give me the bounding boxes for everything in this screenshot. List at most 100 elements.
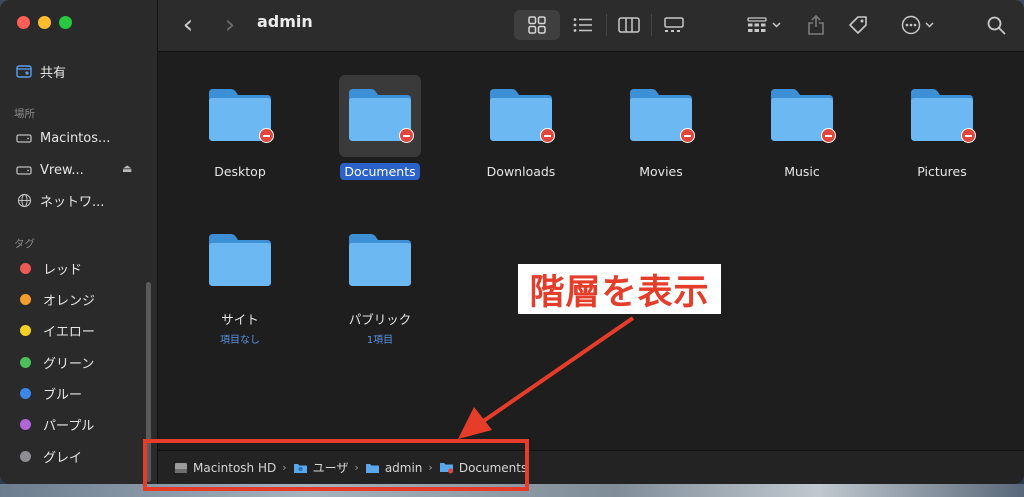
eject-icon[interactable]: ⏏ — [122, 162, 132, 175]
no-access-badge-icon — [821, 128, 836, 143]
folder-item-count: 項目なし — [220, 335, 260, 346]
chevron-down-icon — [772, 22, 781, 28]
folder-name: Desktop — [214, 164, 266, 179]
tag-color-dot — [20, 387, 31, 399]
folder-icon — [199, 220, 281, 302]
back-button[interactable]: ‹ — [178, 10, 198, 40]
forward-button[interactable]: › — [220, 10, 240, 40]
hard-drive-icon — [16, 130, 32, 146]
folder-item[interactable]: Documents — [320, 75, 440, 180]
group-by-button[interactable] — [742, 10, 786, 40]
group-icon — [747, 17, 767, 32]
folder-item[interactable]: Downloads — [461, 75, 581, 180]
folder-name: Downloads — [486, 164, 556, 179]
folder-item[interactable]: Pictures — [882, 75, 1002, 180]
no-access-badge-icon — [259, 128, 274, 143]
folder-icon — [901, 75, 983, 157]
sidebar-item-shared[interactable]: 共有 — [16, 60, 66, 82]
tag-color-dot — [20, 293, 31, 305]
network-globe-icon — [16, 192, 32, 208]
search-button[interactable] — [984, 10, 1008, 40]
sidebar-item-label: レッド — [43, 262, 83, 278]
locations-header: 場所 — [14, 108, 35, 120]
folder-item[interactable]: Music — [742, 75, 862, 180]
no-access-badge-icon — [399, 128, 414, 143]
folder-name: Documents — [340, 163, 420, 180]
folder-icon — [480, 75, 562, 157]
grid-view-icon — [528, 16, 546, 34]
tags-button[interactable] — [846, 10, 870, 40]
no-access-badge-icon — [961, 128, 976, 143]
list-view-button[interactable] — [568, 10, 598, 40]
window-controls — [17, 16, 72, 29]
folder-icon — [339, 75, 421, 157]
file-grid: Desktop Documents Downloads Movies Music Pict… — [158, 53, 1024, 450]
chevron-down-icon — [924, 22, 934, 28]
share-icon — [808, 14, 824, 35]
folder-item[interactable]: Desktop — [180, 75, 300, 180]
sidebar-tag-orange[interactable]: オレンジ — [16, 288, 95, 310]
sidebar-item-label: パープル — [43, 418, 95, 434]
sidebar-tag-yellow[interactable]: イエロー — [16, 319, 95, 341]
sidebar-item-label: イエロー — [43, 324, 95, 340]
sidebar-tag-red[interactable]: レッド — [16, 257, 82, 279]
hard-drive-icon — [16, 162, 32, 178]
no-access-badge-icon — [680, 128, 695, 143]
share-button[interactable] — [804, 10, 828, 40]
search-icon — [987, 16, 1005, 34]
sidebar-item-label: ネットワ... — [40, 194, 105, 210]
annotation-highlight-box — [143, 439, 529, 491]
ellipsis-circle-icon — [901, 15, 920, 35]
zoom-window-button[interactable] — [59, 16, 72, 29]
folder-icon — [339, 220, 421, 302]
icon-view-button[interactable] — [514, 10, 560, 40]
list-view-icon — [573, 18, 592, 32]
folder-icon — [199, 75, 281, 157]
sidebar: 共有 場所 Macintos... Vrew... ⏏ ネットワ... タグ レ… — [0, 0, 158, 484]
gallery-view-icon — [664, 17, 684, 32]
folder-name: Pictures — [917, 164, 967, 179]
tag-color-dot — [20, 262, 31, 274]
folder-item[interactable]: パブリック 1項目 — [320, 220, 440, 346]
gallery-view-button[interactable] — [659, 10, 689, 40]
toolbar: ‹ › admin — [158, 0, 1024, 52]
tags-header: タグ — [14, 238, 35, 250]
folder-name: Movies — [639, 164, 683, 179]
sidebar-tag-blue[interactable]: ブルー — [16, 382, 82, 404]
sidebar-item-label: ブルー — [43, 387, 83, 403]
action-menu-button[interactable] — [896, 10, 938, 40]
tag-color-dot — [20, 356, 31, 368]
sidebar-tag-green[interactable]: グリーン — [16, 351, 94, 373]
tag-color-dot — [20, 450, 31, 462]
folder-name: サイト — [221, 312, 259, 327]
column-view-icon — [618, 17, 640, 33]
no-access-badge-icon — [540, 128, 555, 143]
folder-item[interactable]: サイト 項目なし — [180, 220, 300, 346]
tag-color-dot — [20, 418, 31, 430]
shared-folder-icon — [16, 63, 32, 79]
folder-item-count: 1項目 — [366, 335, 394, 346]
tag-color-dot — [20, 324, 31, 336]
sidebar-item-label: グリーン — [43, 356, 95, 372]
sidebar-tag-purple[interactable]: パープル — [16, 413, 94, 435]
sidebar-item-network[interactable]: ネットワ... — [16, 189, 104, 211]
sidebar-item-macintosh-hd[interactable]: Macintos... — [16, 127, 110, 149]
folder-item[interactable]: Movies — [601, 75, 721, 180]
sidebar-item-vrew[interactable]: Vrew... — [16, 159, 84, 181]
sidebar-item-label: Macintos... — [40, 130, 111, 146]
sidebar-tag-gray[interactable]: グレイ — [16, 445, 82, 467]
sidebar-item-label: 共有 — [40, 65, 67, 81]
folder-icon — [761, 75, 843, 157]
close-window-button[interactable] — [17, 16, 30, 29]
column-view-button[interactable] — [614, 10, 644, 40]
folder-name: パブリック — [348, 312, 412, 327]
finder-window: 共有 場所 Macintos... Vrew... ⏏ ネットワ... タグ レ… — [0, 0, 1024, 484]
folder-name: Music — [784, 164, 820, 179]
sidebar-item-label: Vrew... — [40, 162, 84, 178]
minimize-window-button[interactable] — [38, 16, 51, 29]
window-title: admin — [257, 12, 313, 31]
sidebar-item-label: オレンジ — [43, 293, 96, 309]
folder-icon — [620, 75, 702, 157]
annotation-label: 階層を表示 — [518, 264, 721, 314]
tag-icon — [849, 16, 867, 34]
